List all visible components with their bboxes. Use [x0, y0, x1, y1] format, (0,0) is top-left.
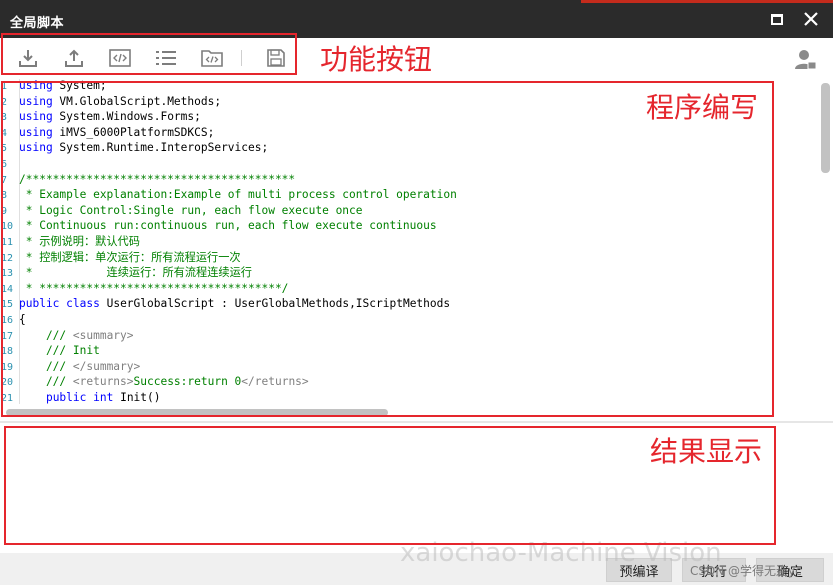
code-line: 8 * Example explanation:Example of multi…	[1, 187, 457, 203]
code-text: * 连续运行：所有流程连续运行	[19, 266, 252, 280]
code-line: 4 using iMVS_6000PlatformSDKCS;	[1, 125, 214, 141]
code-text: /***************************************…	[19, 172, 296, 186]
code-line: 10 * Continuous run:continuous run, each…	[1, 218, 437, 234]
toolbar-separator	[241, 50, 242, 66]
line-number: 8	[1, 190, 8, 202]
code-text: using System.Runtime.InteropServices;	[19, 141, 269, 155]
window-title: 全局脚本	[10, 16, 65, 31]
code-line: 1 using System;	[1, 79, 107, 94]
save-icon	[267, 49, 285, 67]
code-line: 5 using System.Runtime.InteropServices;	[1, 140, 268, 156]
vertical-scroll-thumb[interactable]	[821, 83, 830, 173]
line-number: 4	[1, 127, 8, 139]
list-icon	[156, 51, 176, 65]
line-number: 13	[1, 268, 14, 280]
code-text: using VM.GlobalScript.Methods;	[19, 94, 222, 108]
code-text: * Example explanation:Example of multi p…	[19, 188, 457, 202]
import-button[interactable]	[17, 47, 39, 69]
code-text: * Continuous run:continuous run, each fl…	[19, 219, 437, 233]
code-line: 12 * 控制逻辑：单次运行：所有流程运行一次	[1, 250, 241, 266]
code-line: 14 * ***********************************…	[1, 281, 288, 297]
line-number: 10	[1, 221, 14, 233]
code-line: 2 using VM.GlobalScript.Methods;	[1, 94, 221, 110]
code-text: /// </summary>	[19, 359, 141, 373]
code-text: using iMVS_6000PlatformSDKCS;	[19, 125, 215, 139]
run-button[interactable]: 执行	[682, 558, 746, 582]
code-text: * ************************************/	[19, 281, 289, 295]
code-line: 16 {	[1, 312, 26, 328]
ok-button[interactable]: 确定	[756, 558, 824, 582]
code-button[interactable]	[109, 47, 131, 69]
editor-annotation-label: 程序编写	[646, 91, 759, 124]
close-icon	[804, 12, 818, 26]
code-line: 19 /// </summary>	[1, 359, 140, 375]
title-bar: 全局脚本	[0, 0, 833, 38]
line-number: 14	[1, 283, 14, 295]
list-button[interactable]	[155, 47, 177, 69]
line-number: 19	[1, 361, 14, 373]
code-folder-icon	[201, 50, 223, 67]
maximize-button[interactable]	[766, 8, 788, 30]
code-line: 21 public int Init()	[1, 390, 161, 406]
code-icon	[109, 49, 131, 67]
line-number: 5	[1, 143, 8, 155]
code-line: 15 public class UserGlobalScript : UserGl…	[1, 296, 450, 312]
line-number: 21	[1, 393, 14, 404]
code-text: /// <summary>	[19, 328, 134, 342]
code-text: public class UserGlobalScript : UserGlob…	[19, 297, 451, 311]
line-number: 2	[1, 96, 8, 108]
code-line: 6	[1, 156, 19, 172]
import-icon	[19, 50, 37, 67]
code-line: 17 /// <summary>	[1, 328, 134, 344]
code-text: * 控制逻辑：单次运行：所有流程运行一次	[19, 250, 241, 264]
title-bar-accent	[581, 0, 833, 3]
code-text: /// <returns>Success:return 0</returns>	[19, 375, 309, 389]
code-line: 20 /// <returns>Success:return 0</return…	[1, 374, 309, 390]
line-number: 16	[1, 315, 14, 326]
line-number: 1	[1, 81, 8, 92]
code-text: /// Init	[19, 344, 100, 358]
export-button[interactable]	[63, 47, 85, 69]
code-line: 9 * Logic Control:Single run, each flow …	[1, 203, 363, 219]
export-icon	[65, 49, 83, 67]
code-text: * Logic Control:Single run, each flow ex…	[19, 203, 363, 217]
code-editor[interactable]: 1 using System; 2 using VM.GlobalScript.Met…	[1, 79, 819, 418]
line-number: 18	[1, 346, 14, 358]
line-number: 17	[1, 330, 14, 342]
line-number: 20	[1, 377, 14, 389]
save-button[interactable]	[265, 47, 287, 69]
user-icon[interactable]	[794, 48, 816, 70]
toolbar-annotation-label: 功能按钮	[320, 43, 433, 76]
line-number: 11	[1, 237, 14, 248]
close-button[interactable]	[800, 8, 822, 30]
code-line: 13 * 连续运行：所有流程连续运行	[1, 265, 252, 281]
maximize-icon	[771, 13, 783, 25]
code-text: {	[19, 313, 26, 326]
horizontal-scroll-thumb[interactable]	[6, 409, 388, 416]
code-text: * 示例说明：默认代码	[19, 235, 140, 248]
code-line: 3 using System.Windows.Forms;	[1, 109, 201, 125]
code-text: using System.Windows.Forms;	[19, 110, 201, 124]
result-annotation-label: 结果显示	[650, 435, 763, 468]
precompile-button[interactable]: 预编译	[606, 558, 672, 582]
line-number: 6	[1, 159, 8, 170]
code-folder-button[interactable]	[201, 47, 223, 69]
line-number: 12	[1, 252, 14, 264]
line-number: 15	[1, 299, 14, 311]
code-text: public int Init()	[45, 391, 161, 404]
code-line: 11 * 示例说明：默认代码	[1, 234, 140, 250]
code-text: using System;	[19, 79, 107, 92]
line-number: 7	[1, 174, 8, 186]
line-number: 9	[1, 205, 8, 217]
code-line: 7 /**************************************…	[1, 172, 295, 188]
code-line: 18 /// Init	[1, 343, 100, 359]
line-number: 3	[1, 112, 8, 124]
